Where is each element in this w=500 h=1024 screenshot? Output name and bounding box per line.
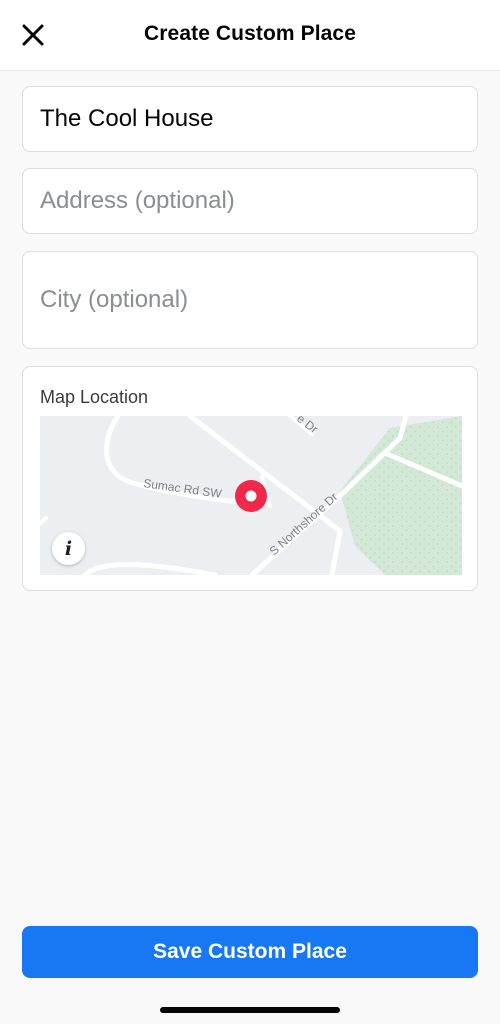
place-name-field <box>22 86 478 152</box>
city-input[interactable] <box>23 252 477 348</box>
top-navigation-bar: Create Custom Place <box>0 0 500 71</box>
place-name-input[interactable] <box>23 87 477 151</box>
home-indicator <box>160 1007 340 1013</box>
map-info-button[interactable]: i <box>52 532 85 565</box>
city-field <box>22 251 478 349</box>
map-location-label: Map Location <box>40 387 149 407</box>
create-custom-place-screen: Create Custom Place Map Location <box>0 0 500 1024</box>
save-custom-place-button[interactable]: Save Custom Place <box>22 926 478 978</box>
address-input[interactable] <box>23 169 477 233</box>
page-title: Create Custom Place <box>144 22 356 45</box>
map-location-card: Map Location Sumac Rd SW S Northshore Dr… <box>22 366 478 591</box>
map-preview[interactable]: Sumac Rd SW S Northshore Dr e Dr i <box>40 416 462 575</box>
info-icon: i <box>64 537 73 560</box>
map-graphic: Sumac Rd SW S Northshore Dr e Dr <box>40 416 462 575</box>
address-field <box>22 168 478 234</box>
location-pin-icon <box>235 480 267 512</box>
